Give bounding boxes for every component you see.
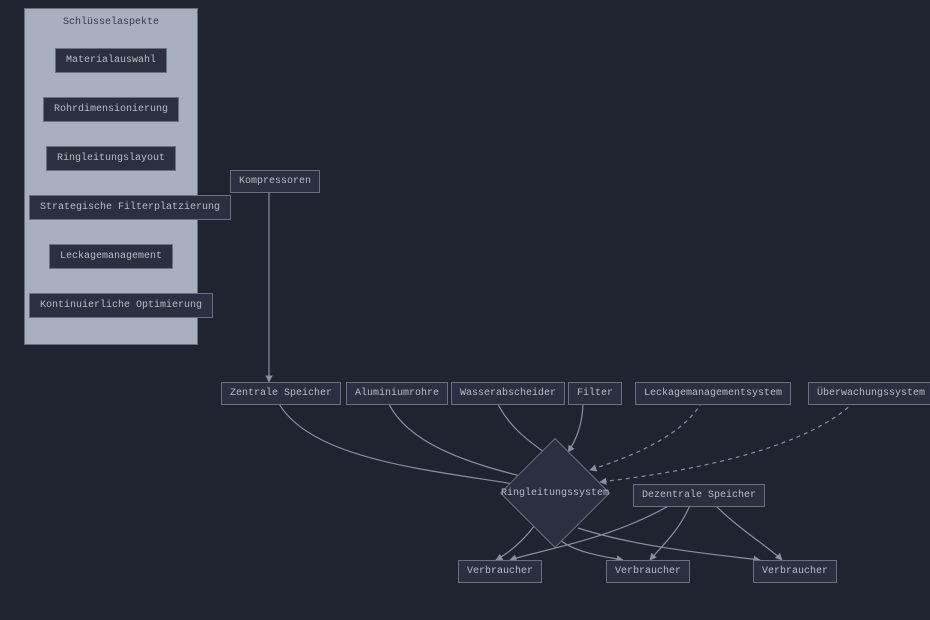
node-wasserabscheider[interactable]: Wasserabscheider	[451, 382, 565, 405]
panel-title: Schlüsselaspekte	[29, 17, 193, 28]
node-verbraucher-2[interactable]: Verbraucher	[606, 560, 690, 583]
node-ringleitungssystem[interactable]: Ringleitungssystem	[500, 438, 610, 548]
node-ringleitungssystem-label: Ringleitungssystem	[500, 488, 610, 499]
key-aspects-panel: Schlüsselaspekte Materialauswahl Rohrdim…	[24, 8, 198, 345]
panel-item-filterplatzierung[interactable]: Strategische Filterplatzierung	[29, 195, 231, 220]
panel-item-rohrdimensionierung[interactable]: Rohrdimensionierung	[43, 97, 179, 122]
node-verbraucher-3[interactable]: Verbraucher	[753, 560, 837, 583]
node-verbraucher-1[interactable]: Verbraucher	[458, 560, 542, 583]
node-leckagemanagementsystem[interactable]: Leckagemanagementsystem	[635, 382, 791, 405]
panel-item-materialauswahl[interactable]: Materialauswahl	[55, 48, 167, 73]
node-aluminiumrohre[interactable]: Aluminiumrohre	[346, 382, 448, 405]
node-ueberwachungssystem[interactable]: Überwachungssystem	[808, 382, 930, 405]
node-zentrale-speicher[interactable]: Zentrale Speicher	[221, 382, 341, 405]
node-filter[interactable]: Filter	[568, 382, 622, 405]
panel-item-leckagemanagement[interactable]: Leckagemanagement	[49, 244, 173, 269]
node-kompressoren[interactable]: Kompressoren	[230, 170, 320, 193]
panel-item-optimierung[interactable]: Kontinuierliche Optimierung	[29, 293, 213, 318]
panel-item-ringleitungslayout[interactable]: Ringleitungslayout	[46, 146, 176, 171]
node-dezentrale-speicher[interactable]: Dezentrale Speicher	[633, 484, 765, 507]
